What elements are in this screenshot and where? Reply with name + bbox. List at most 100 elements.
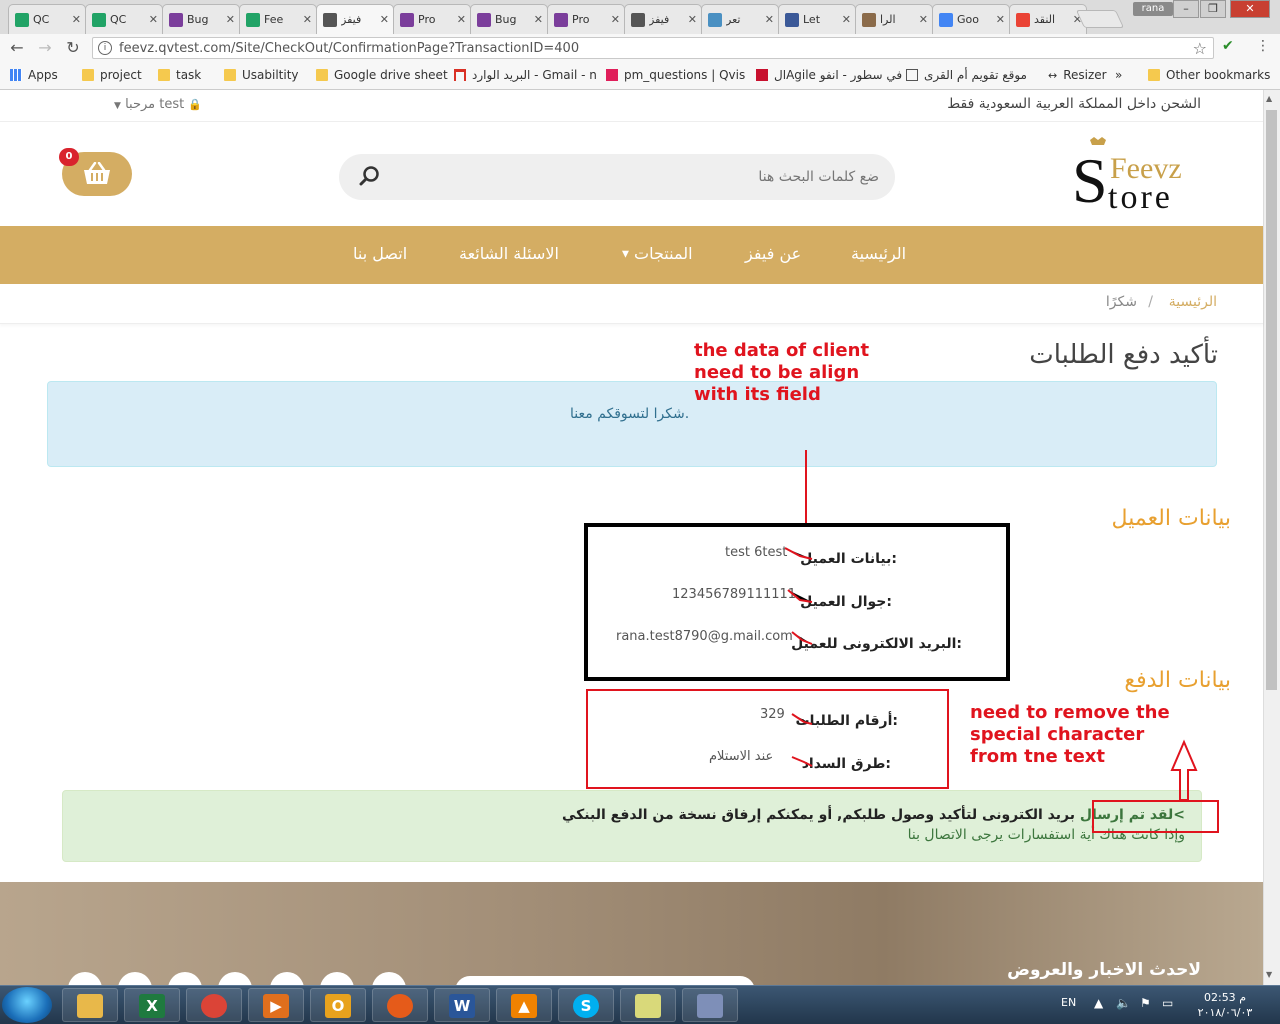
annotation-line: special character [970, 724, 1145, 745]
feevz-store-logo[interactable]: S Feevz tore [1068, 136, 1208, 216]
new-tab-button[interactable] [1075, 10, 1125, 28]
quill-icon [862, 12, 876, 27]
user-menu[interactable]: ▼ مرحبا test 🔒 [114, 97, 202, 112]
browser-tab[interactable]: Bug ✕ [470, 4, 548, 34]
social-icon[interactable] [320, 972, 354, 985]
payment-section-title: بيانات الدفع [1124, 668, 1231, 693]
bookmark-item[interactable]: الAgile في سطور - انفو [756, 68, 902, 82]
social-icon[interactable] [372, 972, 406, 985]
network-icon[interactable]: ▭ [1162, 996, 1173, 1010]
newsletter-input[interactable] [455, 976, 755, 985]
address-bar[interactable]: i feevz.qvtest.com/Site/CheckOut/Confirm… [92, 37, 1214, 59]
user-greeting[interactable]: مرحبا test [125, 97, 184, 112]
browser-tab[interactable]: QC ✕ [8, 4, 86, 34]
bookmark-item[interactable]: Google drive sheet [316, 68, 448, 82]
browser-menu-icon[interactable]: ⋮ [1256, 38, 1270, 54]
tab-close-icon[interactable]: ✕ [842, 13, 851, 26]
site-info-icon[interactable]: i [98, 41, 112, 55]
taskbar-app[interactable]: S [558, 988, 614, 1022]
browser-tab[interactable]: Pro ✕ [547, 4, 625, 34]
browser-tab[interactable]: QC ✕ [85, 4, 163, 34]
scroll-up-icon[interactable]: ▲ [1266, 94, 1272, 103]
volume-icon[interactable]: 🔈 [1116, 996, 1131, 1010]
social-icon[interactable] [68, 972, 102, 985]
forward-arrow-icon[interactable]: → [34, 38, 56, 58]
bookmark-item[interactable]: task [158, 68, 201, 82]
bookmark-item[interactable]: Apps [10, 68, 58, 82]
bookmark-item[interactable]: Usabiltity [224, 68, 299, 82]
browser-tab[interactable]: Let ✕ [778, 4, 856, 34]
system-clock[interactable]: 02:53 م ٢٠١٨/٠٦/٠٣ [1195, 990, 1255, 1020]
reload-icon[interactable]: ↻ [62, 38, 84, 58]
minimize-button[interactable]: – [1173, 0, 1199, 18]
breadcrumb-home[interactable]: الرئيسية [1169, 294, 1217, 310]
tab-close-icon[interactable]: ✕ [149, 13, 158, 26]
bookmark-item[interactable]: البريد الوارد - Gmail - n [454, 68, 597, 82]
tray-chevron-icon[interactable]: ▲ [1094, 996, 1103, 1010]
cart-count-badge: 0 [59, 148, 79, 166]
taskbar-app[interactable]: X [124, 988, 180, 1022]
url-text[interactable]: feevz.qvtest.com/Site/CheckOut/Confirmat… [119, 41, 579, 56]
scrollbar-thumb[interactable] [1266, 110, 1277, 690]
nav-faq[interactable]: الاسئلة الشائعة [459, 244, 559, 263]
bookmark-item[interactable]: » [1115, 68, 1122, 82]
restore-button[interactable]: ❐ [1200, 0, 1226, 18]
social-icon[interactable] [118, 972, 152, 985]
tab-close-icon[interactable]: ✕ [688, 13, 697, 26]
browser-tab[interactable]: Goo ✕ [932, 4, 1010, 34]
tab-close-icon[interactable]: ✕ [226, 13, 235, 26]
main-nav: الرئيسية عن فيفز ▼ المنتجات الاسئلة الشا… [0, 226, 1263, 284]
windows-start-button[interactable] [2, 987, 52, 1023]
extension-icon[interactable]: ✔ [1222, 38, 1234, 54]
close-window-button[interactable]: ✕ [1230, 0, 1270, 18]
tab-close-icon[interactable]: ✕ [765, 13, 774, 26]
tab-close-icon[interactable]: ✕ [996, 13, 1005, 26]
search-icon[interactable] [359, 165, 381, 187]
taskbar-app[interactable] [372, 988, 428, 1022]
browser-tab[interactable]: فيفز ✕ [624, 4, 702, 34]
browser-tab[interactable]: فيفز ✕ [316, 4, 394, 34]
bookmark-item[interactable]: ↔ Resizer [1048, 68, 1107, 82]
browser-tab[interactable]: الرا ✕ [855, 4, 933, 34]
taskbar-app[interactable] [620, 988, 676, 1022]
search-input[interactable] [389, 164, 879, 190]
bookmark-item[interactable]: Other bookmarks [1148, 68, 1270, 82]
social-icon[interactable] [270, 972, 304, 985]
taskbar-app[interactable] [62, 988, 118, 1022]
bookmark-item[interactable]: موقع تقويم أم القرى [906, 68, 1027, 82]
nav-products[interactable]: ▼ المنتجات [622, 244, 693, 263]
bookmark-star-icon[interactable]: ☆ [1193, 39, 1207, 58]
nav-contact[interactable]: اتصل بنا [353, 244, 407, 263]
tab-close-icon[interactable]: ✕ [303, 13, 312, 26]
browser-tab[interactable]: تعر ✕ [701, 4, 779, 34]
taskbar-app[interactable] [682, 988, 738, 1022]
back-arrow-icon[interactable]: ← [6, 38, 28, 58]
nav-about[interactable]: عن فيفز [745, 244, 801, 263]
taskbar-app[interactable]: ▶ [248, 988, 304, 1022]
browser-tab[interactable]: Fee ✕ [239, 4, 317, 34]
taskbar-app[interactable]: W [434, 988, 490, 1022]
tab-close-icon[interactable]: ✕ [919, 13, 928, 26]
tab-close-icon[interactable]: ✕ [72, 13, 81, 26]
tab-close-icon[interactable]: ✕ [611, 13, 620, 26]
scroll-down-icon[interactable]: ▼ [1266, 970, 1272, 979]
taskbar-app[interactable]: ▲ [496, 988, 552, 1022]
bookmark-item[interactable]: project [82, 68, 142, 82]
thanks-message: شكرا لتسوقكم معنا. [570, 406, 690, 422]
taskbar-app[interactable]: O [310, 988, 366, 1022]
tab-close-icon[interactable]: ✕ [380, 13, 389, 26]
profile-chip[interactable]: rana [1133, 2, 1173, 16]
tab-close-icon[interactable]: ✕ [457, 13, 466, 26]
taskbar-app[interactable] [186, 988, 242, 1022]
nav-home[interactable]: الرئيسية [851, 244, 906, 263]
tab-close-icon[interactable]: ✕ [534, 13, 543, 26]
social-icon[interactable] [218, 972, 252, 985]
browser-tab[interactable]: Bug ✕ [162, 4, 240, 34]
bookmark-item[interactable]: pm_questions | Qvis [606, 68, 745, 82]
flag-icon[interactable]: ⚑ [1140, 996, 1151, 1010]
browser-tab[interactable]: النقد ✕ [1009, 4, 1087, 34]
social-icon[interactable] [168, 972, 202, 985]
browser-tab[interactable]: Pro ✕ [393, 4, 471, 34]
input-language[interactable]: EN [1061, 996, 1076, 1009]
breadcrumb-current: شكرًا [1105, 294, 1137, 310]
